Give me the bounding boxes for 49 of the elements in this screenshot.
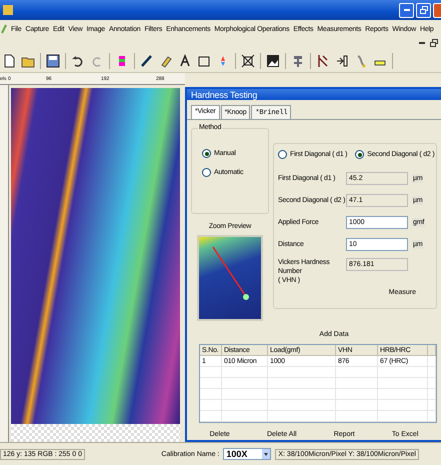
restore-icon [420, 6, 428, 14]
empty-table-cell [336, 400, 378, 411]
empty-table-cell [378, 411, 428, 422]
measure-icon[interactable] [316, 54, 330, 68]
empty-table-cell [336, 367, 378, 378]
empty-table-cell [200, 389, 222, 400]
empty-table-cell [268, 378, 336, 389]
caret-icon [262, 449, 270, 459]
empty-table-cell [378, 367, 428, 378]
empty-table-cell [222, 400, 268, 411]
undo-icon[interactable] [71, 54, 85, 68]
rectangle-icon[interactable] [197, 54, 211, 68]
minimize-icon [404, 9, 410, 11]
empty-table-cell [336, 378, 378, 389]
restore-button[interactable] [429, 38, 439, 48]
empty-table-cell [336, 411, 378, 422]
save-icon[interactable] [46, 54, 60, 68]
restore-icon [430, 39, 438, 47]
empty-table-cell [378, 389, 428, 400]
restore-button[interactable] [416, 2, 431, 18]
text-tool-icon[interactable] [178, 54, 192, 68]
empty-table-cell [200, 378, 222, 389]
empty-table-cell [268, 367, 336, 378]
empty-table-cell [222, 411, 268, 422]
new-file-icon[interactable] [2, 54, 16, 68]
empty-table-cell [200, 367, 222, 378]
empty-table-cell [222, 389, 268, 400]
empty-table-cell [200, 411, 222, 422]
minimize-button[interactable] [399, 2, 414, 18]
tool-icon[interactable] [291, 54, 305, 68]
empty-table-cell [378, 400, 428, 411]
empty-table-cell [200, 400, 222, 411]
empty-table-cell [336, 389, 378, 400]
calibration-dropdown[interactable]: 100X [223, 448, 272, 460]
empty-table-cell [222, 367, 268, 378]
arrow-icon[interactable] [335, 54, 349, 68]
empty-table-cell [268, 389, 336, 400]
empty-table-cell [222, 378, 268, 389]
empty-column-header [428, 345, 436, 356]
pen-icon[interactable] [140, 54, 154, 68]
empty-table-cell [268, 411, 336, 422]
minimize-icon [419, 42, 425, 44]
eraser-icon[interactable] [159, 54, 173, 68]
close-button[interactable] [433, 2, 441, 18]
crosshair-icon[interactable] [241, 54, 255, 68]
empty-table-cell [378, 378, 428, 389]
image-icon[interactable] [266, 54, 280, 68]
dialog-title: Hardness Testing [187, 89, 441, 100]
empty-table-cell [268, 400, 336, 411]
